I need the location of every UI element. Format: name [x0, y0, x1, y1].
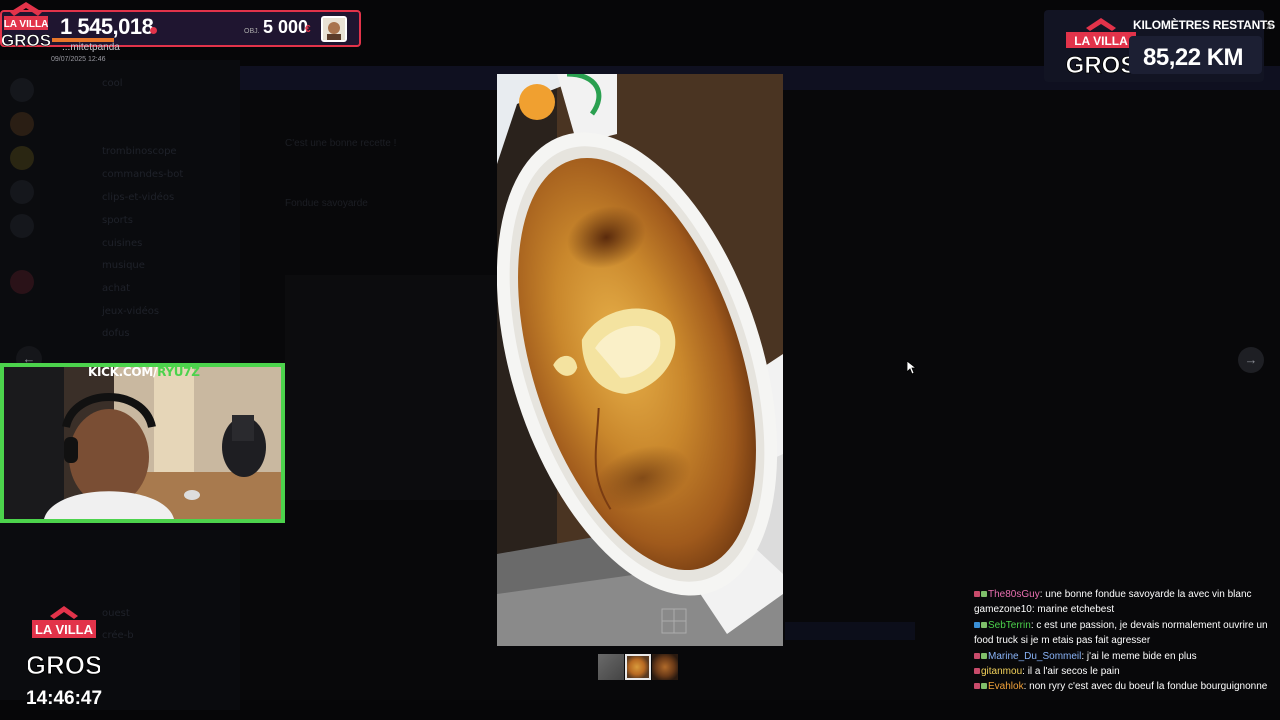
kick-channel-name: RYU7Z [157, 365, 200, 379]
channel-item[interactable]: dofus [102, 328, 130, 339]
chat-username[interactable]: Marine_Du_Sommeil [988, 651, 1081, 662]
background-username: ...mitetpanda [62, 42, 120, 53]
chat-badge-icon [974, 591, 980, 597]
stream-clock: 14:46:47 [26, 688, 103, 709]
server-icon[interactable] [10, 180, 34, 204]
stream-screen: cool trombinoscope commandes-bot clips-e… [0, 0, 1280, 720]
background-message: C'est une bonne recette ! [285, 138, 397, 149]
donation-goal: 5 000 [263, 17, 309, 37]
server-icon[interactable] [10, 146, 34, 170]
chat-message: gamezone10: marine etchebest [974, 602, 1274, 617]
chat-message: Marine_Du_Sommeil: j'ai le meme bide en … [974, 649, 1274, 664]
svg-text:LA VILLA: LA VILLA [4, 19, 49, 30]
food-photo [497, 74, 783, 646]
km-value: 85,22 KM [1143, 44, 1244, 71]
svg-text:LA VILLA: LA VILLA [1074, 34, 1128, 48]
stream-chat: The80sGuy: une bonne fondue savoyarde la… [974, 587, 1274, 695]
channel-item[interactable]: cuisines [102, 238, 142, 249]
close-icon[interactable]: ✕ [1265, 20, 1274, 33]
server-icon[interactable] [10, 78, 34, 102]
villa-des-gros-logo: LA VILLA GROS [28, 606, 100, 681]
chat-badge-icon [981, 591, 987, 597]
chat-message: gitanmou: il a l'air secos le pain [974, 664, 1274, 679]
arrow-right-icon: → [1244, 352, 1258, 367]
channel-item[interactable]: jeux-vidéos [102, 306, 159, 317]
chat-text: : marine etchebest [1031, 604, 1115, 616]
message-input[interactable] [785, 622, 915, 640]
villa-des-gros-logo: LA VILLA GROS [2, 2, 50, 50]
background-image [285, 275, 500, 500]
donation-amount: 1 545,018 [60, 14, 154, 39]
channel-item[interactable]: crée-b [102, 630, 134, 641]
thumbnail-selected[interactable] [625, 654, 651, 680]
channel-item[interactable]: clips-et-vidéos [102, 192, 174, 203]
thumbnail-strip [598, 654, 679, 680]
gratin-photo [497, 74, 783, 646]
chat-text: : j'ai le meme bide en plus [1081, 650, 1197, 662]
channel-item[interactable]: commandes-bot [102, 169, 183, 180]
chat-username[interactable]: gamezone10 [974, 604, 1032, 615]
background-message: Fondue savoyarde [285, 198, 368, 209]
channel-item[interactable]: sports [102, 215, 133, 226]
thumbnail[interactable] [598, 654, 624, 680]
chat-username[interactable]: SebTerrin [988, 620, 1031, 631]
background-date: 09/07/2025 12:46 [51, 56, 106, 63]
server-icon[interactable] [10, 112, 34, 136]
svg-text:LA VILLA: LA VILLA [35, 622, 94, 637]
chat-badge-icon [981, 652, 987, 659]
svg-text:GROS: GROS [1066, 52, 1137, 78]
streamer-avatar [321, 16, 347, 42]
chat-text: : non ryry c'est avec du boeuf la fondue… [1023, 681, 1268, 693]
webcam-image [4, 367, 281, 519]
chat-message: The80sGuy: une bonne fondue savoyarde la… [974, 587, 1274, 602]
svg-text:GROS: GROS [28, 650, 100, 680]
kick-prefix: KICK.COM/ [88, 365, 158, 379]
channel-item[interactable]: achat [102, 283, 130, 294]
avatar-face-icon [323, 18, 345, 40]
chat-username[interactable]: Evahlok [988, 681, 1024, 692]
channel-item[interactable]: ouest [102, 608, 130, 619]
next-image-button[interactable]: → [1238, 347, 1264, 373]
kick-channel-label: KICK.COM/RYU7Z [88, 365, 200, 379]
svg-text:GROS: GROS [2, 31, 50, 50]
chat-badge-icon [974, 683, 980, 690]
chat-username[interactable]: gitanmou [981, 666, 1022, 677]
channel-item[interactable]: musique [102, 260, 145, 271]
webcam-feed [0, 363, 285, 523]
mouse-cursor-icon [907, 361, 916, 375]
chat-badge-icon [981, 683, 987, 690]
chat-text: : une bonne fondue savoyarde la avec vin… [1039, 589, 1252, 600]
chat-badge-icon [974, 668, 980, 675]
thumbnail[interactable] [652, 654, 678, 680]
chat-badge-icon [974, 652, 980, 659]
channel-item[interactable]: cool [102, 78, 123, 89]
chat-username[interactable]: The80sGuy [988, 589, 1040, 600]
chat-message: Evahlok: non ryry c'est avec du boeuf la… [974, 679, 1274, 694]
currency-dot-icon [150, 27, 157, 34]
chat-badge-icon [974, 621, 980, 628]
chat-message: SebTerrin: c est une passion, je devais … [974, 618, 1274, 649]
chat-badge-icon [981, 621, 987, 628]
currency-symbol: € [305, 24, 311, 35]
channel-item[interactable]: trombinoscope [102, 146, 177, 157]
goal-label: OBJ. [244, 28, 260, 35]
chat-text: : il a l'air secos le pain [1022, 666, 1120, 678]
server-icon[interactable] [10, 214, 34, 238]
server-icon[interactable] [10, 270, 34, 294]
